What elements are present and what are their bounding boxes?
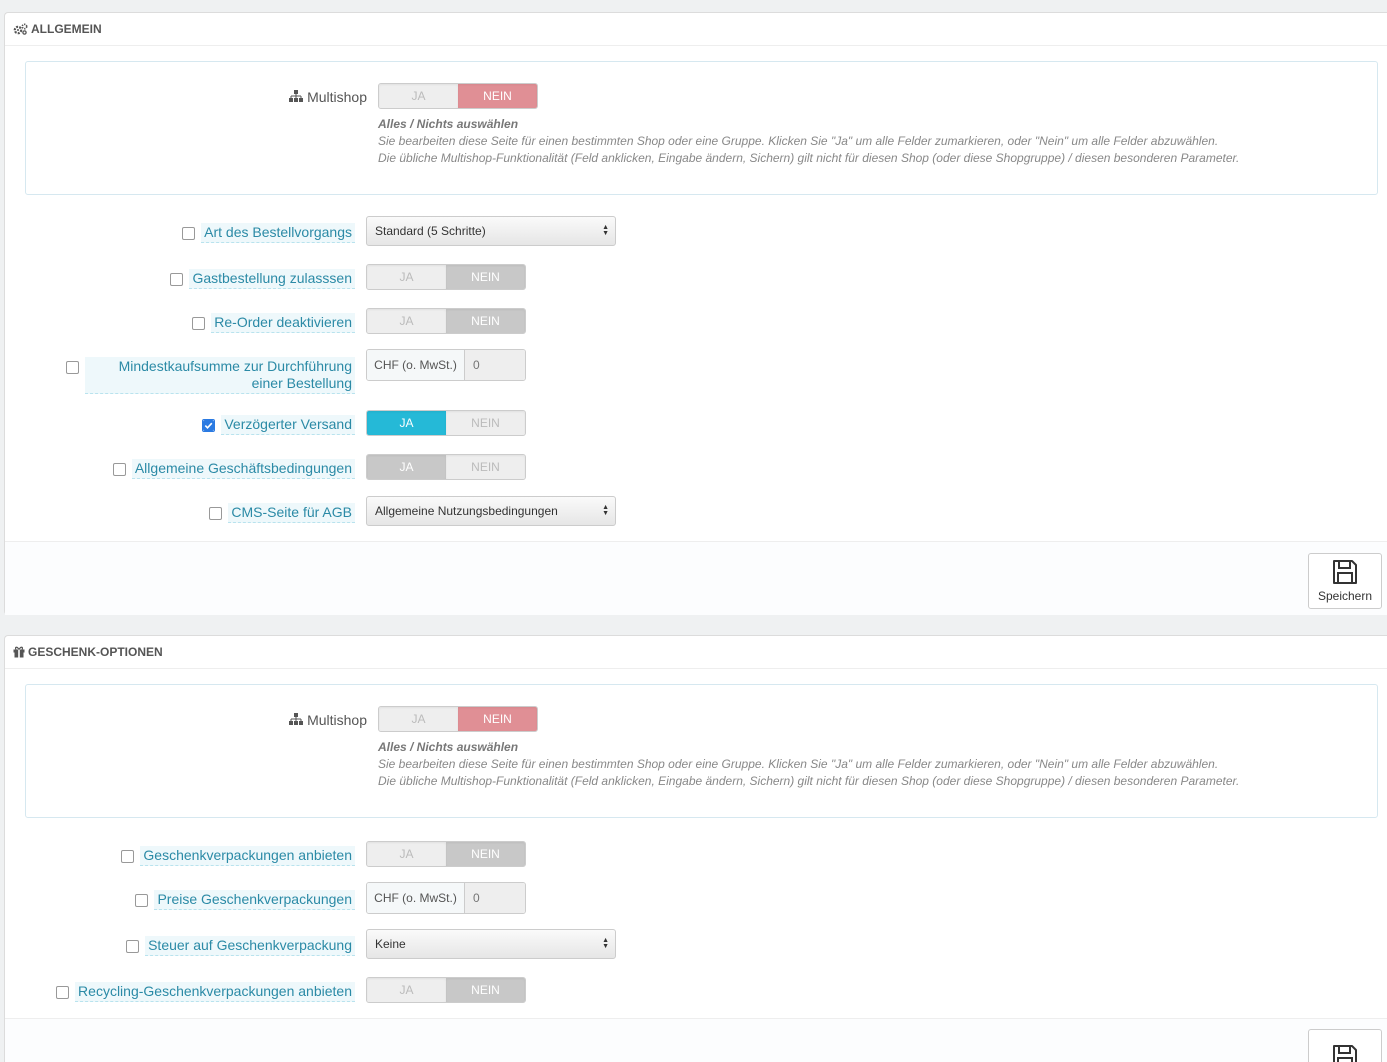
sitemap-icon bbox=[289, 712, 304, 728]
terms-yes[interactable]: JA bbox=[367, 455, 446, 479]
multishop-box: Multishop JA NEIN Alles / Nichts auswähl… bbox=[25, 684, 1378, 818]
reorder-switch[interactable]: JA NEIN bbox=[366, 308, 526, 334]
min-purchase-input[interactable] bbox=[465, 350, 525, 380]
delayed-shipping-label: Verzögerter Versand bbox=[202, 415, 355, 435]
gift-tax-label: Steuer auf Geschenkverpackung bbox=[126, 936, 355, 956]
cms-terms-label: CMS-Seite für AGB bbox=[209, 503, 355, 523]
general-panel-footer: Speichern bbox=[5, 541, 1387, 615]
gift-price-input[interactable] bbox=[465, 883, 525, 913]
cms-terms-checkbox[interactable] bbox=[209, 507, 223, 520]
multishop-no[interactable]: NEIN bbox=[458, 84, 537, 108]
gift-wrapping-no[interactable]: NEIN bbox=[446, 842, 525, 866]
select-arrows-icon: ▲ ▼ bbox=[602, 504, 609, 517]
general-heading-text: ALLGEMEIN bbox=[31, 22, 102, 36]
delayed-shipping-no[interactable]: NEIN bbox=[446, 411, 525, 435]
floppy-disk-icon bbox=[1333, 1045, 1357, 1062]
select-arrows-icon: ▲ ▼ bbox=[602, 224, 609, 237]
recycling-checkbox[interactable] bbox=[56, 986, 70, 999]
general-panel: ALLGEMEIN Multishop JA NEIN Alles / Nich… bbox=[4, 12, 1387, 615]
sitemap-icon bbox=[289, 89, 304, 105]
currency-addon: CHF (o. MwSt.) bbox=[367, 883, 465, 913]
multishop-switch[interactable]: JA NEIN bbox=[378, 706, 538, 732]
select-arrows-icon: ▲ ▼ bbox=[602, 937, 609, 950]
terms-switch[interactable]: JA NEIN bbox=[366, 454, 526, 480]
guest-checkout-yes[interactable]: JA bbox=[367, 265, 446, 289]
guest-checkout-checkbox[interactable] bbox=[170, 273, 184, 286]
general-panel-heading: ALLGEMEIN bbox=[5, 13, 1387, 46]
multishop-help: Alles / Nichts auswählen Sie bearbeiten … bbox=[378, 117, 1240, 165]
terms-checkbox[interactable] bbox=[112, 463, 126, 476]
min-purchase-input-group: CHF (o. MwSt.) bbox=[366, 349, 526, 381]
gift-heading-text: GESCHENK-OPTIONEN bbox=[28, 645, 163, 659]
reorder-yes[interactable]: JA bbox=[367, 309, 446, 333]
guest-checkout-switch[interactable]: JA NEIN bbox=[366, 264, 526, 290]
cogs-icon bbox=[13, 23, 28, 35]
recycling-yes[interactable]: JA bbox=[367, 978, 446, 1002]
gift-tax-checkbox[interactable] bbox=[126, 940, 140, 953]
checkmark-icon bbox=[203, 420, 215, 431]
order-process-checkbox[interactable] bbox=[182, 227, 196, 240]
gift-panel-heading: GESCHENK-OPTIONEN bbox=[5, 636, 1387, 669]
min-purchase-checkbox[interactable] bbox=[66, 361, 79, 374]
terms-label: Allgemeine Geschäftsbedingungen bbox=[112, 459, 355, 479]
floppy-disk-icon bbox=[1333, 560, 1357, 584]
gift-tax-select[interactable]: Keine ▲ ▼ bbox=[366, 929, 616, 959]
recycling-switch[interactable]: JA NEIN bbox=[366, 977, 526, 1003]
multishop-switch[interactable]: JA NEIN bbox=[378, 83, 538, 109]
multishop-help: Alles / Nichts auswählen Sie bearbeiten … bbox=[378, 740, 1240, 788]
delayed-shipping-checkbox[interactable] bbox=[202, 419, 216, 432]
multishop-label: Multishop bbox=[289, 712, 367, 728]
gift-wrapping-switch[interactable]: JA NEIN bbox=[366, 841, 526, 867]
reorder-checkbox[interactable] bbox=[192, 317, 206, 330]
terms-no[interactable]: NEIN bbox=[446, 455, 525, 479]
order-process-select[interactable]: Standard (5 Schritte) ▲ ▼ bbox=[366, 216, 616, 246]
multishop-yes[interactable]: JA bbox=[379, 707, 458, 731]
save-button[interactable]: Speichern bbox=[1308, 553, 1382, 609]
gift-wrapping-yes[interactable]: JA bbox=[367, 842, 446, 866]
reorder-no[interactable]: NEIN bbox=[446, 309, 525, 333]
gift-price-checkbox[interactable] bbox=[135, 894, 149, 907]
gift-icon bbox=[13, 646, 25, 658]
order-process-label: Art des Bestellvorgangs bbox=[182, 223, 355, 243]
gift-price-label: Preise Geschenkverpackungen bbox=[135, 890, 355, 910]
save-button[interactable] bbox=[1308, 1029, 1382, 1062]
gift-panel: GESCHENK-OPTIONEN Multishop JA NEIN Alle… bbox=[4, 635, 1387, 1062]
delayed-shipping-switch[interactable]: JA NEIN bbox=[366, 410, 526, 436]
multishop-box: Multishop JA NEIN Alles / Nichts auswähl… bbox=[25, 61, 1378, 195]
gift-wrapping-checkbox[interactable] bbox=[121, 850, 135, 863]
gift-price-input-group: CHF (o. MwSt.) bbox=[366, 882, 526, 914]
currency-addon: CHF (o. MwSt.) bbox=[367, 350, 465, 380]
multishop-no[interactable]: NEIN bbox=[458, 707, 537, 731]
delayed-shipping-yes[interactable]: JA bbox=[367, 411, 446, 435]
recycling-no[interactable]: NEIN bbox=[446, 978, 525, 1002]
gift-wrapping-label: Geschenkverpackungen anbieten bbox=[121, 846, 355, 866]
multishop-yes[interactable]: JA bbox=[379, 84, 458, 108]
guest-checkout-label: Gastbestellung zulasssen bbox=[170, 269, 355, 289]
reorder-label: Re-Order deaktivieren bbox=[192, 313, 355, 333]
multishop-label: Multishop bbox=[289, 89, 367, 105]
min-purchase-label: Mindestkaufsumme zur Durchführung einer … bbox=[55, 357, 355, 394]
recycling-label: Recycling-Geschenkverpackungen anbieten bbox=[56, 982, 355, 1002]
guest-checkout-no[interactable]: NEIN bbox=[446, 265, 525, 289]
cms-terms-select[interactable]: Allgemeine Nutzungsbedingungen ▲ ▼ bbox=[366, 496, 616, 526]
gift-panel-footer bbox=[5, 1018, 1387, 1062]
